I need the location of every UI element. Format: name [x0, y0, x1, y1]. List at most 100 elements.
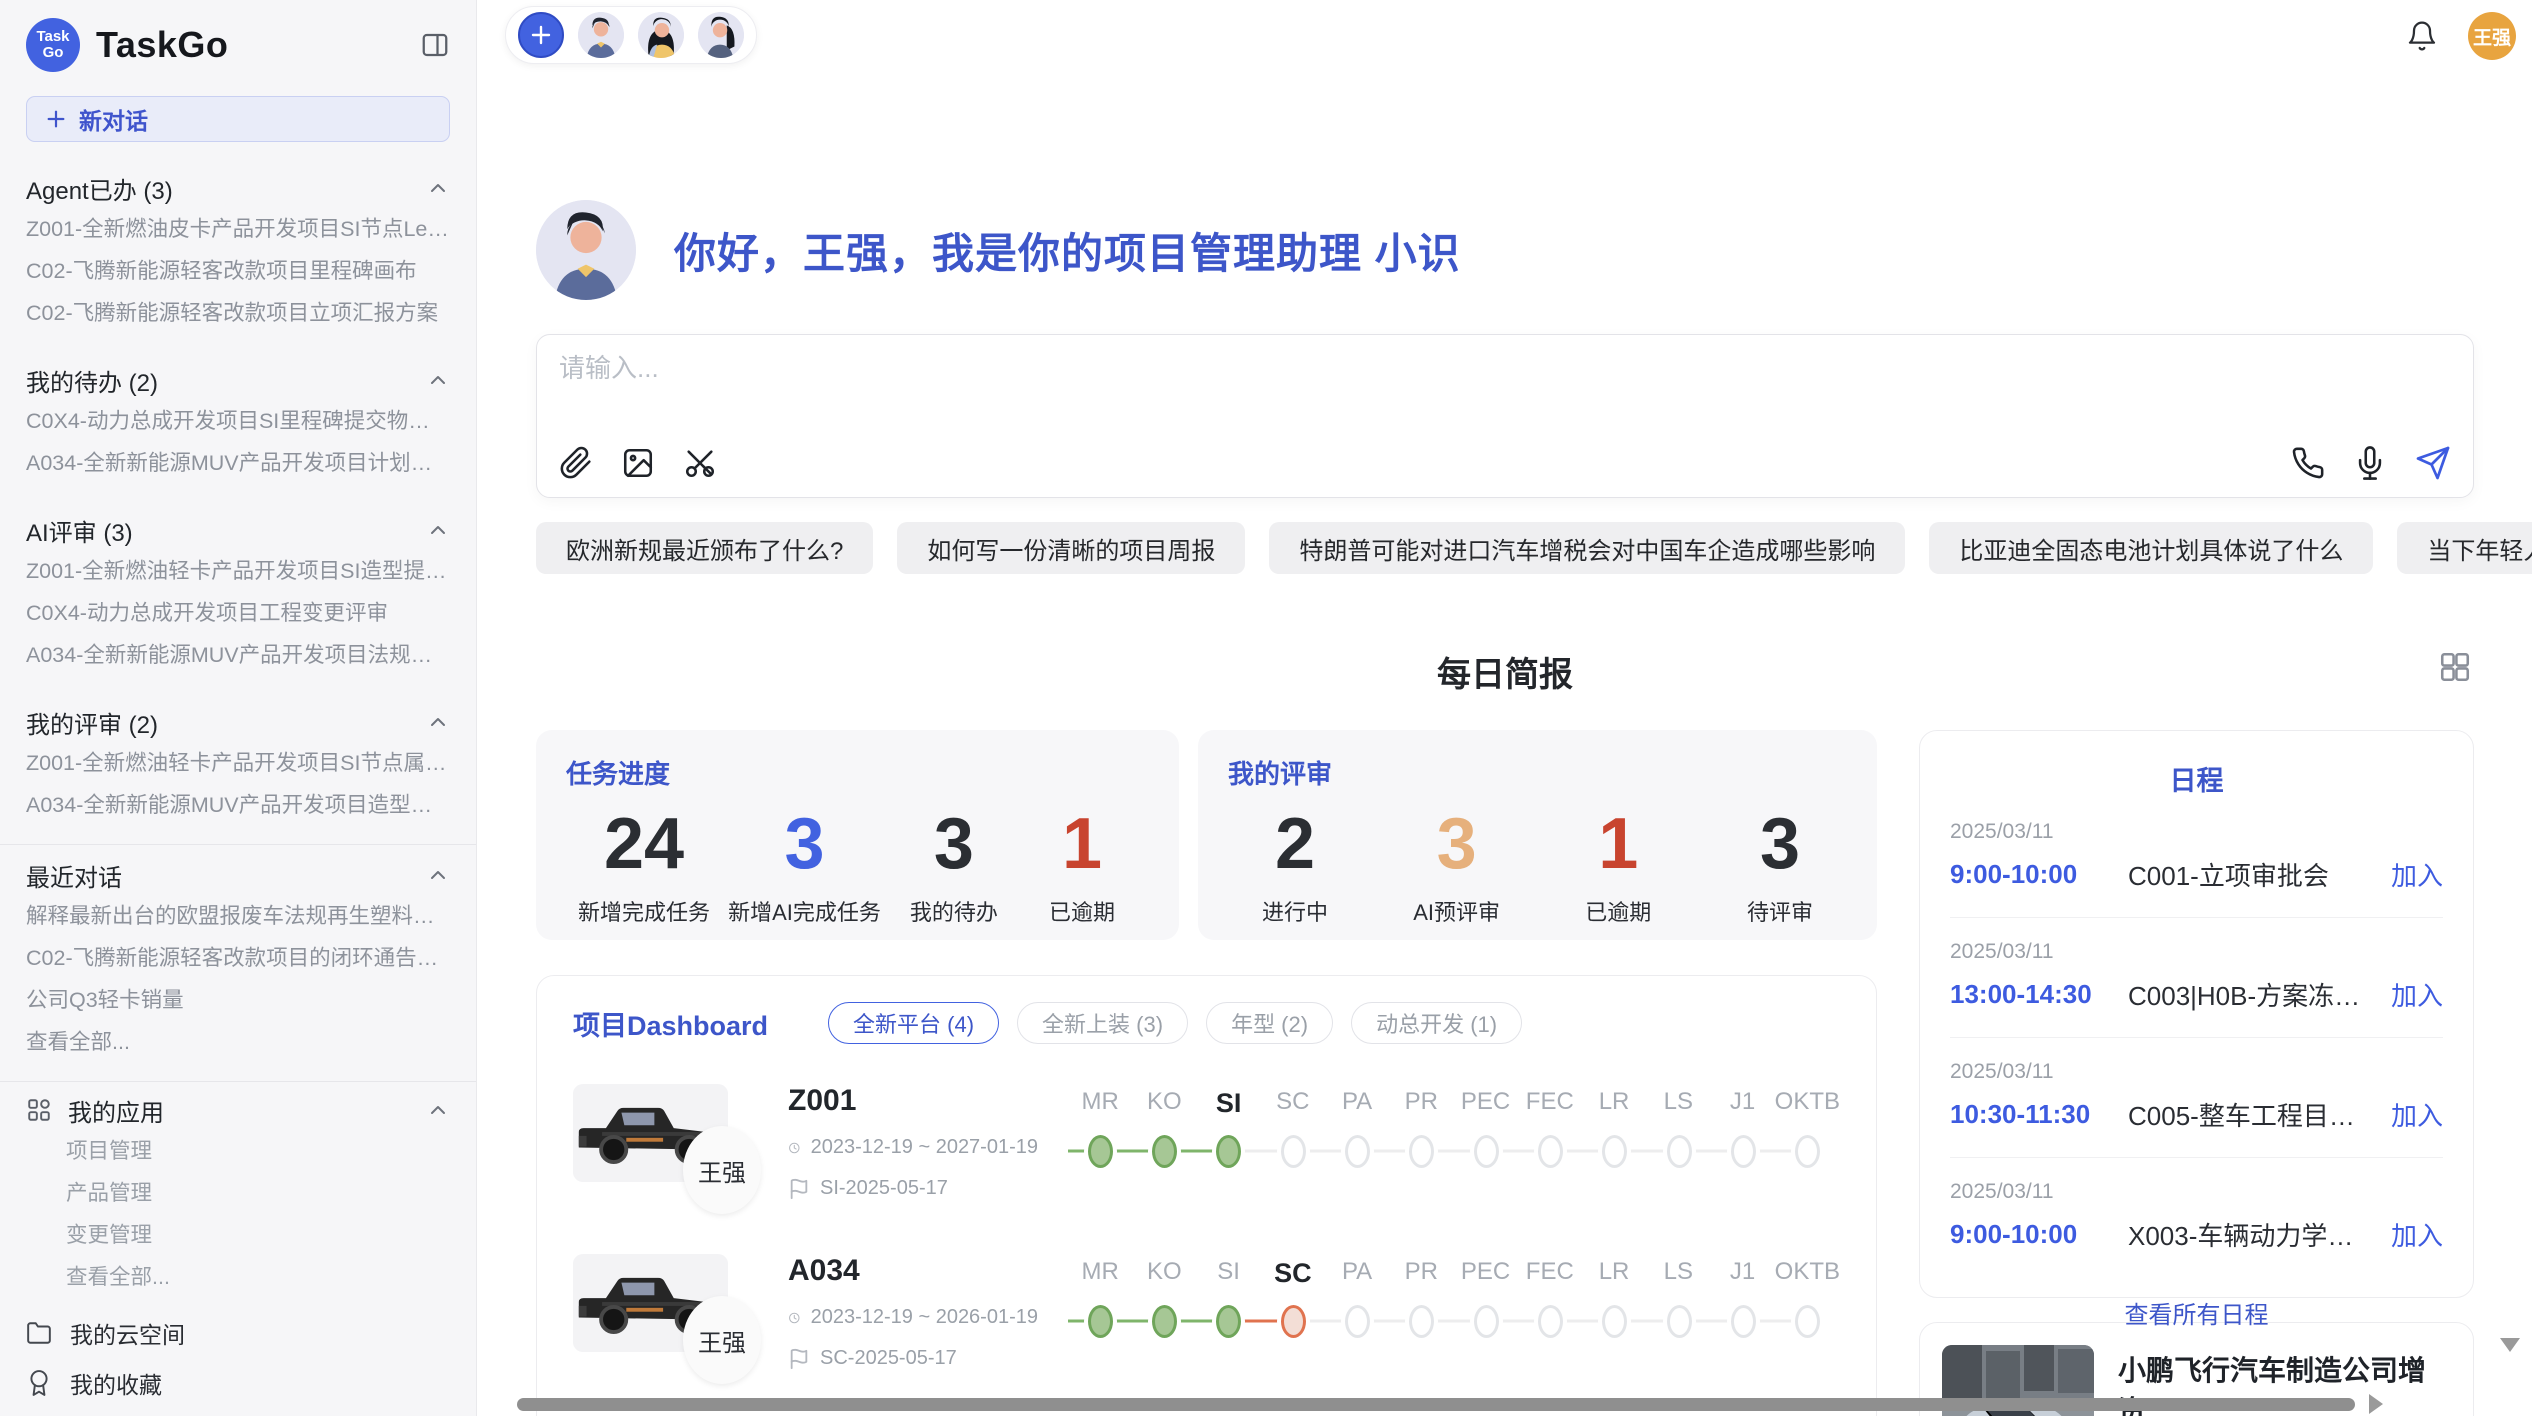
milestone-timeline: MR KO SI SC PA PR PEC FEC LR LS J1: [1068, 1084, 1840, 1173]
milestone-label: PR: [1389, 1258, 1453, 1289]
flag-icon: [788, 1348, 810, 1370]
schedule-time: 9:00-10:00: [1950, 859, 2128, 890]
layout-grid-icon[interactable]: [2438, 650, 2472, 684]
input-toolbar: [559, 445, 2451, 481]
sidebar-item[interactable]: C0X4-动力总成开发项目工程变更评审: [26, 592, 450, 634]
agent-avatar-1[interactable]: [578, 12, 624, 58]
recent-view-all-link[interactable]: 查看全部...: [26, 1021, 450, 1063]
main-area: 王强 你好，王强，我是你的项目管理助理 小识: [477, 0, 2532, 1416]
section-ai-review[interactable]: AI评审 (3): [26, 510, 450, 550]
milestone-node: [1152, 1305, 1177, 1338]
sidebar-item[interactable]: Z001-全新燃油皮卡产品开发项目SI节点Lesson Learn报告: [26, 208, 450, 250]
chevron-up-icon: [426, 176, 450, 200]
milestone-label: SI: [1196, 1088, 1260, 1119]
my-cloud-space[interactable]: 我的云空间: [26, 1308, 450, 1358]
section-my-review[interactable]: 我的评审 (2): [26, 702, 450, 742]
horizontal-scrollbar-thumb[interactable]: [517, 1398, 2355, 1411]
divider: [0, 1081, 476, 1082]
chevron-up-icon: [426, 368, 450, 392]
milestone-label: MR: [1068, 1258, 1132, 1289]
sidebar-item[interactable]: C02-飞腾新能源轻客改款项目立项汇报方案: [26, 292, 450, 334]
sidebar-item[interactable]: C0X4-动力总成开发项目SI里程碑提交物检查: [26, 400, 450, 442]
recent-chat-item[interactable]: 解释最新出台的欧盟报废车法规再生塑料比例被调至15%...: [26, 895, 450, 937]
section-my-todo[interactable]: 我的待办 (2): [26, 360, 450, 400]
sidebar-item[interactable]: C02-飞腾新能源轻客改款项目里程碑画布: [26, 250, 450, 292]
sidebar-item[interactable]: A034-全新新能源MUV产品开发项目造型可行性评审: [26, 784, 450, 826]
image-upload-icon[interactable]: [621, 446, 655, 480]
milestone-node: [1474, 1135, 1499, 1168]
scroll-down-arrow[interactable]: [2500, 1338, 2520, 1352]
my-review-card: 我的评审 2 进行中 3 AI预评审 1: [1198, 730, 1877, 940]
section-title: AI评审 (3): [26, 513, 133, 548]
project-media: 王强: [573, 1254, 788, 1384]
schedule-entry: 2025/03/11 13:00-14:30 C003|H0B-方案冻结评审 加…: [1950, 918, 2443, 1038]
join-link[interactable]: 加入: [2391, 1216, 2443, 1253]
bell-icon[interactable]: [2406, 20, 2438, 52]
suggestion-chip[interactable]: 特朗普可能对进口汽车增税会对中国车企造成哪些影响: [1269, 522, 1905, 574]
scissors-screenshot-icon[interactable]: [683, 446, 717, 480]
app-item-project-mgmt[interactable]: 项目管理: [26, 1130, 450, 1172]
milestone-node: [1731, 1305, 1756, 1338]
milestone-label: PA: [1325, 1088, 1389, 1119]
stat-label: 进行中: [1240, 895, 1350, 927]
milestone-node: [1152, 1135, 1177, 1168]
send-icon[interactable]: [2415, 445, 2451, 481]
apps-view-all-link[interactable]: 查看全部...: [26, 1256, 450, 1298]
chevron-up-icon: [426, 863, 450, 887]
section-my-apps[interactable]: 我的应用: [26, 1090, 450, 1130]
schedule-time: 9:00-10:00: [1950, 1219, 2128, 1250]
recent-chat-item[interactable]: C02-飞腾新能源轻客改款项目的闭环通告反馈情况: [26, 937, 450, 979]
app-title: TaskGo: [96, 24, 228, 66]
add-agent-button[interactable]: [518, 12, 564, 58]
task-progress-title: 任务进度: [566, 754, 1149, 791]
schedule-date: 2025/03/11: [1950, 940, 2443, 964]
join-link[interactable]: 加入: [2391, 1096, 2443, 1133]
milestone-node: [1088, 1135, 1113, 1168]
stat-label: 已逾期: [1027, 895, 1137, 927]
project-owner-badge: 王强: [683, 1296, 761, 1384]
stat-label: 已逾期: [1563, 895, 1673, 927]
recent-chat-item[interactable]: 公司Q3轻卡销量: [26, 979, 450, 1021]
tab-new-platform[interactable]: 全新平台 (4): [828, 1002, 999, 1044]
sidebar-item[interactable]: Z001-全新燃油轻卡产品开发项目SI节点属性5D文件评审: [26, 742, 450, 784]
tab-powertrain[interactable]: 动总开发 (1): [1351, 1002, 1522, 1044]
milestone-node: [1474, 1305, 1499, 1338]
tab-new-body[interactable]: 全新上装 (3): [1017, 1002, 1188, 1044]
milestone-label: J1: [1710, 1258, 1774, 1289]
microphone-icon[interactable]: [2353, 446, 2387, 480]
section-title: 我的应用: [68, 1093, 164, 1128]
milestone-label: OKTB: [1775, 1088, 1840, 1119]
join-link[interactable]: 加入: [2391, 976, 2443, 1013]
agent-avatar-3[interactable]: [698, 12, 744, 58]
suggestion-chip[interactable]: 当下年轻人对汽车外观有怎样的喜好趋势: [2397, 522, 2532, 574]
agent-avatar-2[interactable]: [638, 12, 684, 58]
suggestion-chip[interactable]: 比亚迪全固态电池计划具体说了什么: [1929, 522, 2373, 574]
collapse-sidebar-icon[interactable]: [420, 30, 450, 60]
voice-call-phone-icon[interactable]: [2291, 446, 2325, 480]
my-favorites[interactable]: 我的收藏: [26, 1358, 450, 1408]
user-avatar[interactable]: 王强: [2468, 12, 2516, 60]
app-item-change-mgmt[interactable]: 变更管理: [26, 1214, 450, 1256]
suggestion-chip[interactable]: 如何写一份清晰的项目周报: [897, 522, 1245, 574]
sidebar-item[interactable]: A034-全新新能源MUV产品开发项目法规符合性评审: [26, 634, 450, 676]
section-recent-chats[interactable]: 最近对话: [26, 855, 450, 895]
milestone-label: SI: [1196, 1258, 1260, 1289]
chevron-up-icon: [426, 1098, 450, 1122]
stat-value: 1: [1027, 801, 1137, 887]
section-agent-done[interactable]: Agent已办 (3): [26, 168, 450, 208]
attach-paperclip-icon[interactable]: [559, 446, 593, 480]
milestone-node: [1216, 1305, 1241, 1338]
tab-year-model[interactable]: 年型 (2): [1206, 1002, 1333, 1044]
sidebar-item[interactable]: A034-全新新能源MUV产品开发项目计划变更表编写: [26, 442, 450, 484]
new-chat-button[interactable]: 新对话: [26, 96, 450, 142]
suggestion-chip[interactable]: 欧洲新规最近颁布了什么?: [536, 522, 873, 574]
stat-label: 新增完成任务: [578, 895, 710, 927]
milestone-node: [1281, 1135, 1306, 1168]
chat-input[interactable]: [559, 353, 2451, 384]
milestone-label: PR: [1389, 1088, 1453, 1119]
milestone-node: [1731, 1135, 1756, 1168]
app-item-product-mgmt[interactable]: 产品管理: [26, 1172, 450, 1214]
sidebar-item[interactable]: Z001-全新燃油轻卡产品开发项目SI造型提交物评审: [26, 550, 450, 592]
join-link[interactable]: 加入: [2391, 856, 2443, 893]
scroll-right-arrow[interactable]: [2369, 1394, 2383, 1414]
